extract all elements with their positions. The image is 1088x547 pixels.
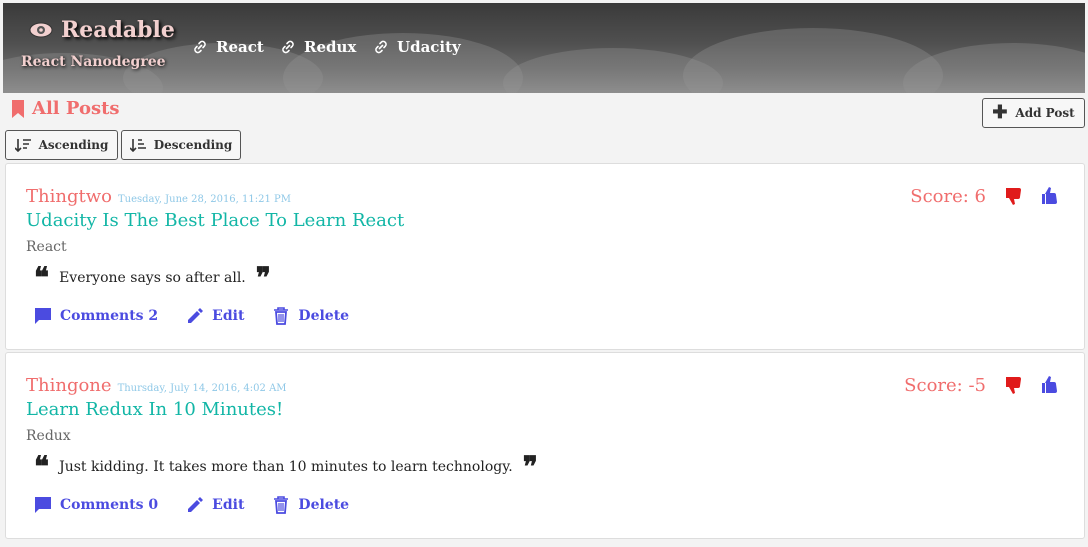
sort-ascending-button[interactable]: Ascending [5,130,118,160]
edit-button[interactable]: Edit [186,496,244,514]
bookmark-icon [12,99,24,118]
add-post-button[interactable]: ✚ Add Post [982,98,1085,128]
all-posts-heading: All Posts [12,98,120,119]
all-posts-label: All Posts [32,98,120,119]
post-actions: Comments 0 Edit Delete [34,496,349,514]
post-card: Thingone Thursday, July 14, 2016, 4:02 A… [5,352,1085,539]
brand-title: Readable [61,17,175,43]
comment-icon [35,497,51,513]
comments-label: Comments 0 [60,497,159,513]
delete-label: Delete [298,308,350,324]
brand-subtitle: React Nanodegree [21,54,166,70]
app-header: Readable React Nanodegree React Redux Ud… [3,3,1085,93]
post-date: Tuesday, June 28, 2016, 11:21 PM [117,194,291,205]
eye-icon [29,22,53,38]
edit-button[interactable]: Edit [186,307,244,325]
post-title[interactable]: Learn Redux In 10 Minutes! [26,399,283,420]
nav-react[interactable]: React [192,38,264,56]
brand[interactable]: Readable [29,17,175,43]
delete-button[interactable]: Delete [272,496,349,514]
post-body-text: Everyone says so after all. [59,270,246,286]
post-body: ❝ Just kidding. It takes more than 10 mi… [34,453,538,481]
post-body: ❝ Everyone says so after all. ❞ [34,264,271,292]
quote-open-icon: ❝ [34,450,50,483]
thumb-up-icon[interactable] [1040,186,1060,206]
nav-redux[interactable]: Redux [280,38,356,56]
comments-button[interactable]: Comments 0 [34,496,158,514]
pencil-icon [188,308,204,323]
pencil-icon [188,497,204,512]
nav-label: React [216,38,264,56]
post-title[interactable]: Udacity Is The Best Place To Learn React [26,210,404,231]
delete-label: Delete [298,497,350,513]
quote-open-icon: ❝ [34,261,50,294]
post-category: React [26,239,67,255]
quote-close-icon: ❞ [255,261,271,294]
descending-label: Descending [153,138,233,152]
link-icon [375,40,387,54]
edit-label: Edit [212,497,245,513]
link-icon [194,40,206,54]
post-meta: Thingone Thursday, July 14, 2016, 4:02 A… [26,375,287,396]
post-author: Thingone [26,375,112,396]
thumb-up-icon[interactable] [1040,375,1060,395]
sort-descending-button[interactable]: Descending [121,130,241,160]
nav-label: Redux [304,38,357,56]
nav-label: Udacity [397,38,461,56]
post-author: Thingtwo [26,186,112,207]
link-icon [282,40,294,54]
nav-udacity[interactable]: Udacity [373,38,461,56]
sort-descending-icon [129,139,146,152]
post-date: Thursday, July 14, 2016, 4:02 AM [117,383,287,394]
post-body-text: Just kidding. It takes more than 10 minu… [59,459,513,475]
trash-icon [274,307,289,325]
delete-button[interactable]: Delete [272,307,349,325]
trash-icon [274,496,289,514]
comments-label: Comments 2 [60,308,159,324]
post-actions: Comments 2 Edit Delete [34,307,349,325]
post-score: Score: -5 [904,375,986,396]
thumb-down-icon[interactable] [1004,186,1024,206]
comments-button[interactable]: Comments 2 [34,307,158,325]
post-category: Redux [26,428,71,444]
add-post-label: Add Post [1015,106,1075,120]
thumb-down-icon[interactable] [1004,375,1024,395]
post-score: Score: 6 [910,186,986,207]
post-card: Thingtwo Tuesday, June 28, 2016, 11:21 P… [5,163,1085,350]
edit-label: Edit [212,308,245,324]
plus-icon: ✚ [992,102,1008,123]
sort-ascending-icon [14,139,31,152]
comment-icon [35,308,51,324]
quote-close-icon: ❞ [522,450,538,483]
ascending-label: Ascending [38,138,109,152]
post-meta: Thingtwo Tuesday, June 28, 2016, 11:21 P… [26,186,291,207]
